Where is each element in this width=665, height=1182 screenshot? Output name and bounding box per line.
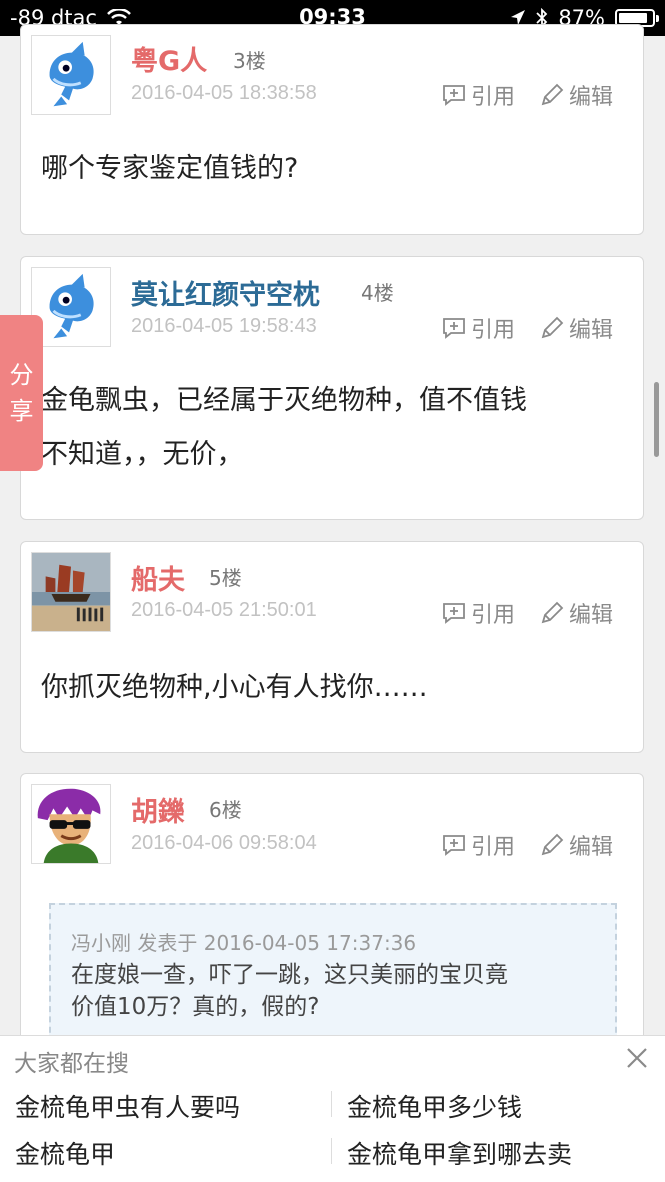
panel-title: 大家都在搜 [14,1051,129,1077]
share-label-char: 分 [9,361,34,389]
avatar[interactable] [31,267,111,347]
username[interactable]: 胡鑠 [131,790,185,829]
search-suggestion[interactable]: 金梳龟甲虫有人要吗 [15,1088,240,1124]
floor-number: 5楼 [209,566,242,590]
edit-button[interactable]: 编辑 [539,597,613,629]
dolphin-avatar-image [49,273,94,339]
quote-label: 引用 [471,603,516,628]
pencil-icon [541,83,564,106]
edit-label: 编辑 [569,835,614,860]
post-date: 2016-04-05 21:50:01 [131,599,317,621]
post-date: 2016-04-05 18:38:58 [131,82,317,104]
edit-button[interactable]: 编辑 [539,79,613,111]
pencil-icon [541,833,564,856]
content-line: 你抓灭绝物种,小心有人找你…… [41,672,428,703]
quote-icon [443,835,465,856]
username[interactable]: 粤G人 [131,39,207,78]
floor-number: 4楼 [361,281,394,305]
quote-text: 在度娘一查，吓了一跳，这只美丽的宝贝竟 价值10万？真的，假的? [71,959,595,1023]
post-card: 粤G人 3楼 2016-04-05 18:38:58 引用 编辑 哪个专家鉴定值… [20,24,644,235]
content-line: 不知道，，无价， [41,439,244,470]
quote-icon [443,318,465,339]
quote-icon [443,85,465,106]
edit-label: 编辑 [569,85,614,110]
quote-line: 价值10万？真的，假的? [71,994,320,1020]
avatar[interactable] [31,35,111,115]
quote-label: 引用 [471,85,516,110]
username[interactable]: 莫让红颜守空枕 [131,273,320,312]
dolphin-avatar-image [49,41,94,107]
edit-label: 编辑 [569,603,614,628]
close-icon[interactable] [625,1046,649,1070]
content-line: 哪个专家鉴定值钱的? [41,153,299,184]
quoted-post: 冯小刚 发表于 2016-04-05 17:37:36 在度娘一查，吓了一跳，这… [49,903,617,1043]
pencil-icon [541,601,564,624]
post-content: 金龟飘虫，已经属于灭绝物种，值不值钱 不知道，，无价， [41,379,623,477]
divider [331,1138,332,1164]
post-date: 2016-04-06 09:58:04 [131,832,317,854]
post-date: 2016-04-05 19:58:43 [131,315,317,337]
share-label-char: 享 [9,397,34,425]
boat-photo-avatar-image [32,553,110,631]
avatar[interactable] [31,552,111,632]
quote-label: 引用 [471,318,516,343]
quote-label: 引用 [471,835,516,860]
scroll-indicator [654,382,659,457]
search-suggestion[interactable]: 金梳龟甲拿到哪去卖 [347,1135,572,1171]
share-button[interactable]: 分 享 [0,315,43,471]
post-card: 莫让红颜守空枕 4楼 2016-04-05 19:58:43 引用 编辑 金龟飘… [20,256,644,520]
pencil-icon [541,316,564,339]
quote-meta: 冯小刚 发表于 2016-04-05 17:37:36 [71,931,417,955]
quote-button[interactable]: 引用 [441,829,515,861]
edit-button[interactable]: 编辑 [539,829,613,861]
cartoon-character-avatar-image [32,785,110,863]
edit-button[interactable]: 编辑 [539,312,613,344]
username[interactable]: 船夫 [131,558,185,597]
floor-number: 3楼 [233,49,266,73]
quote-button[interactable]: 引用 [441,79,515,111]
quote-button[interactable]: 引用 [441,597,515,629]
divider [331,1091,332,1117]
edit-label: 编辑 [569,318,614,343]
popular-search-panel: 大家都在搜 金梳龟甲虫有人要吗 金梳龟甲多少钱 金梳龟甲 金梳龟甲拿到哪去卖 [0,1035,665,1182]
post-content: 你抓灭绝物种,小心有人找你…… [41,666,623,710]
quote-icon [443,603,465,624]
quote-line: 在度娘一查，吓了一跳，这只美丽的宝贝竟 [71,962,508,988]
avatar[interactable] [31,784,111,864]
search-suggestion[interactable]: 金梳龟甲 [15,1135,115,1171]
content-line: 金龟飘虫，已经属于灭绝物种，值不值钱 [41,385,527,416]
battery-level [619,13,647,23]
quote-button[interactable]: 引用 [441,312,515,344]
floor-number: 6楼 [209,798,242,822]
post-content: 哪个专家鉴定值钱的? [41,147,623,191]
search-suggestion[interactable]: 金梳龟甲多少钱 [347,1088,522,1124]
post-card: 船夫 5楼 2016-04-05 21:50:01 引用 编辑 你抓灭绝物种,小… [20,541,644,753]
